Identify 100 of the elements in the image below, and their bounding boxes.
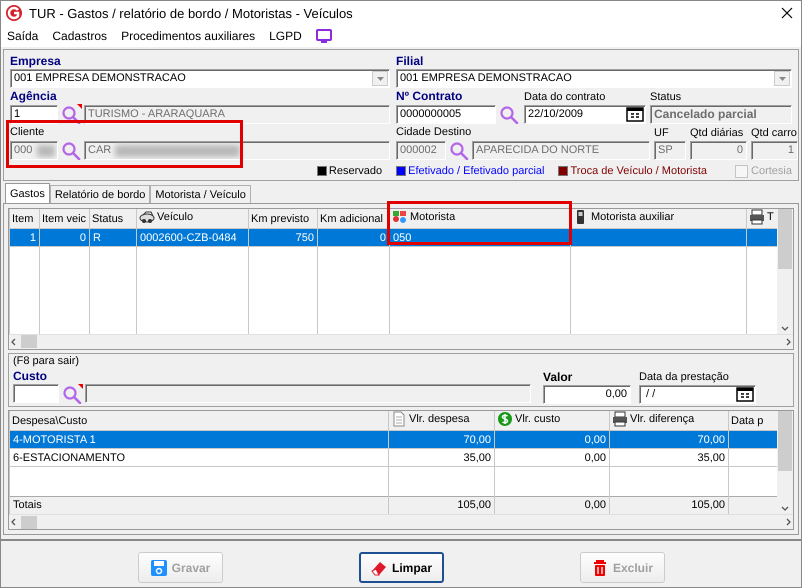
dropdown-field[interactable]: 001 EMPRESA DEMONSTRACAO [396,69,792,88]
menu-item[interactable]: Cadastros [52,29,108,43]
data-grid[interactable]: Item Item veic Status Veículo Km previsto Km adicional Motorista Motorista auxiliar T 1 0 R 0002600-CZB-0484 750 0 050 [8,208,794,350]
totals-cell: Totais [10,496,388,514]
calendar-icon[interactable] [736,386,754,402]
table-row[interactable]: 1 0 R 0002600-CZB-0484 750 0 050 [10,228,777,246]
contract-field[interactable]: 0000000005 [396,104,496,124]
tab[interactable]: Relatório de bordo [50,185,150,203]
dropdown-arrow-icon [376,76,384,80]
field-label: Cliente [10,125,44,140]
code-field[interactable]: 000002 [396,140,446,160]
document-icon [391,411,407,428]
table-cell: 0002600-CZB-0484 [136,228,248,246]
search-icon[interactable] [60,104,82,124]
scroll-thumb[interactable] [21,516,37,528]
table-cell: 0,00 [494,430,610,449]
data-grid[interactable]: Despesa\Custo Vlr. despesa Vlr. custo Vlr. diferença Data p 4-MOTORISTA 1 70,00 0,00 70,00 6-ESTACIONAMENTO 35,00 0,00 35,00 Totais 105,00 0,00 105,00 [8,410,794,530]
printer-icon [749,209,765,225]
legend-label: Troca de Veículo / Motorista [570,165,708,177]
column-header-label: Motorista [410,211,456,223]
name-field[interactable]: TURISMO - ARARAQUARA [84,104,390,124]
column-header-label: Despesa\Custo [12,414,88,427]
table-cell: 70,00 [610,430,728,449]
table-cell: 4-MOTORISTA 1 [10,430,388,449]
date-field[interactable]: 22/10/2009 [524,105,646,124]
scroll-thumb[interactable] [778,411,792,472]
tab[interactable]: Motorista / Veículo [150,185,251,203]
search-icon[interactable] [60,140,82,160]
dropdown-field[interactable]: 001 EMPRESA DEMONSTRACAO [10,69,390,88]
field-label: Status [650,90,682,105]
column-header-label: Item veic [42,212,86,224]
table-cell: 35,00 [388,448,494,467]
close-icon[interactable] [781,7,793,19]
action-button[interactable]: Limpar [358,552,444,583]
value-field[interactable]: 0,00 [543,384,631,404]
readonly-field[interactable]: 1 [751,141,798,160]
column-header-label: Item [12,212,34,224]
date-field[interactable]: / / [639,384,756,404]
field-label: Qtd carro [751,126,797,141]
redacted-text [37,144,55,156]
scroll-thumb[interactable] [778,209,792,269]
readonly-field[interactable]: 0 [690,141,747,160]
search-icon[interactable] [498,104,520,124]
name-field[interactable]: APARECIDA DO NORTE [472,140,650,160]
name-field[interactable] [85,384,531,404]
menu-item[interactable]: Procedimentos auxiliares [121,29,256,43]
menu-item[interactable]: Saída [7,29,38,43]
legend-label: Reservado [328,165,382,177]
table-cell: 6-ESTACIONAMENTO [10,448,388,467]
column-header-label: Status [92,212,124,224]
field-label: Valor [543,368,572,385]
status-field[interactable]: Cancelado parcial [650,105,792,124]
hint-text: (F8 para sair) [13,354,80,368]
field-label: Cidade Destino [396,125,472,140]
horizontal-scrollbar[interactable] [9,334,793,349]
printer-icon [612,411,628,428]
totals-cell: 105,00 [388,496,494,514]
table-cell: 0 [40,228,90,246]
field-label: Filial [396,53,424,69]
field-label: Empresa [10,53,61,69]
column-header-label: Km adicional [320,212,383,224]
scroll-thumb[interactable] [21,335,37,348]
checkbox-label: Cortesia [751,165,792,177]
field-label: Nº Contrato [396,88,462,104]
window-title: TUR - Gastos / relatório de bordo / Motoristas - Veículos [29,6,354,20]
totals-cell: 105,00 [610,496,728,514]
vertical-scrollbar[interactable] [777,209,793,334]
vertical-scrollbar[interactable] [777,411,793,514]
tab[interactable]: Gastos [5,183,50,203]
readonly-field[interactable]: SP [654,141,686,160]
dollar-icon [497,411,513,428]
column-header-label: Veículo [157,211,194,223]
car-icon [139,209,155,225]
search-icon[interactable] [448,140,470,160]
table-cell: 35,00 [610,448,728,467]
field-label: Data da prestação [639,370,729,385]
column-header-label: Vlr. diferença [630,413,694,426]
code-field[interactable]: 000 [10,140,58,160]
table-cell: 0,00 [494,448,610,467]
save-icon [150,558,168,576]
people-icon [392,209,408,225]
column-header-label: Vlr. despesa [409,413,470,426]
table-cell: 70,00 [388,430,494,449]
totals-cell: 0,00 [494,496,610,514]
column-header-label: Km previsto [251,212,310,224]
column-header-label: Vlr. custo [515,413,560,426]
search-icon[interactable] [61,384,83,404]
column-header-label: Data p [731,414,764,427]
code-field[interactable] [13,384,59,404]
monitor-icon[interactable] [316,29,332,43]
menu-item[interactable]: LGPD [269,29,302,43]
horizontal-scrollbar[interactable] [9,514,793,529]
table-row[interactable]: 4-MOTORISTA 1 70,00 0,00 70,00 [10,430,777,449]
field-label: Qtd diárias [690,126,744,141]
table-cell: 1 [10,228,40,246]
name-field[interactable]: CAR [84,140,390,160]
dropdown-arrow-icon [778,76,786,80]
calendar-icon[interactable] [626,107,644,122]
table-cell: 0 [318,228,390,246]
field-label: UF [654,126,669,141]
